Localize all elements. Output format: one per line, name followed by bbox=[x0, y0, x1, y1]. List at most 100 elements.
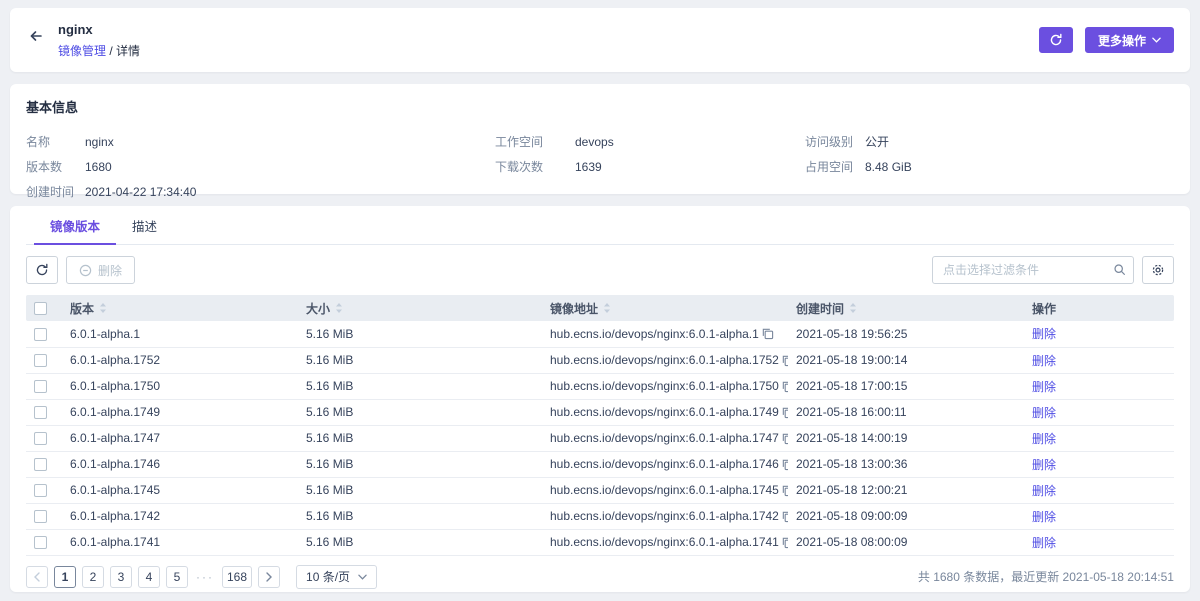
delete-row-link[interactable]: 删除 bbox=[1032, 432, 1056, 446]
next-page-button[interactable] bbox=[258, 566, 280, 588]
copy-icon[interactable] bbox=[779, 508, 788, 525]
column-header-created[interactable]: 创建时间 bbox=[788, 295, 1024, 321]
delete-row-link[interactable]: 删除 bbox=[1032, 458, 1056, 472]
info-value: 8.48 GiB bbox=[865, 160, 912, 174]
toolbar-right bbox=[932, 256, 1174, 284]
more-actions-button[interactable]: 更多操作 bbox=[1085, 27, 1174, 53]
row-checkbox[interactable] bbox=[34, 536, 47, 549]
column-header-version[interactable]: 版本 bbox=[62, 295, 298, 321]
refresh-button[interactable] bbox=[1039, 27, 1073, 53]
delete-row-link[interactable]: 删除 bbox=[1032, 484, 1056, 498]
row-checkbox[interactable] bbox=[34, 432, 47, 445]
version-text: 6.0.1-alpha.1752 bbox=[70, 353, 160, 367]
created-text: 2021-05-18 17:00:15 bbox=[796, 379, 907, 393]
page: nginx 镜像管理 / 详情 更多操作 基 bbox=[0, 0, 1200, 600]
info-field-used-space: 占用空间 8.48 GiB bbox=[805, 154, 912, 179]
column-header-size[interactable]: 大小 bbox=[298, 295, 542, 321]
size-text: 5.16 MiB bbox=[306, 457, 353, 471]
header-left: nginx 镜像管理 / 详情 bbox=[26, 22, 140, 59]
select-all-checkbox[interactable] bbox=[34, 302, 47, 315]
copy-icon[interactable] bbox=[779, 456, 788, 473]
search-icon[interactable] bbox=[1113, 263, 1126, 276]
version-text: 6.0.1-alpha.1746 bbox=[70, 457, 160, 471]
row-checkbox[interactable] bbox=[34, 406, 47, 419]
table-header-row: 版本 大小 镜像地址 创建时间 操作 bbox=[26, 295, 1174, 321]
address-text: hub.ecns.io/devops/nginx:6.0.1-alpha.174… bbox=[550, 431, 779, 445]
delete-row-link[interactable]: 删除 bbox=[1032, 406, 1056, 420]
created-text: 2021-05-18 12:00:21 bbox=[796, 483, 907, 497]
back-button[interactable] bbox=[26, 26, 46, 46]
copy-icon[interactable] bbox=[779, 482, 788, 499]
page-button-last[interactable]: 168 bbox=[222, 566, 252, 588]
column-label: 镜像地址 bbox=[550, 300, 598, 317]
tab-description[interactable]: 描述 bbox=[116, 206, 173, 245]
delete-row-link[interactable]: 删除 bbox=[1032, 510, 1056, 524]
delete-row-link[interactable]: 删除 bbox=[1032, 536, 1056, 550]
info-field-access-level: 访问级别 公开 bbox=[805, 129, 912, 154]
table-row: 6.0.1-alpha.1750 5.16 MiB hub.ecns.io/de… bbox=[26, 373, 1174, 399]
title-block: nginx 镜像管理 / 详情 bbox=[58, 22, 140, 59]
address-text: hub.ecns.io/devops/nginx:6.0.1-alpha.174… bbox=[550, 457, 779, 471]
info-label: 占用空间 bbox=[805, 158, 865, 175]
page-title: nginx bbox=[58, 22, 140, 37]
row-checkbox[interactable] bbox=[34, 328, 47, 341]
prev-page-button[interactable] bbox=[26, 566, 48, 588]
copy-icon[interactable] bbox=[779, 404, 788, 421]
info-value: nginx bbox=[85, 135, 114, 149]
table-row: 6.0.1-alpha.1742 5.16 MiB hub.ecns.io/de… bbox=[26, 503, 1174, 529]
row-checkbox[interactable] bbox=[34, 458, 47, 471]
info-label: 名称 bbox=[26, 133, 85, 150]
column-settings-button[interactable] bbox=[1142, 256, 1174, 284]
sort-icon bbox=[99, 302, 107, 314]
page-button-4[interactable]: 4 bbox=[138, 566, 160, 588]
version-text: 6.0.1-alpha.1749 bbox=[70, 405, 160, 419]
copy-icon[interactable] bbox=[759, 325, 776, 342]
column-header-address[interactable]: 镜像地址 bbox=[542, 295, 788, 321]
breadcrumb-link-image-manage[interactable]: 镜像管理 bbox=[58, 44, 106, 58]
page-size-select[interactable]: 10 条/页 bbox=[296, 565, 377, 589]
info-column-3: 访问级别 公开 占用空间 8.48 GiB bbox=[805, 129, 912, 204]
column-label: 创建时间 bbox=[796, 300, 844, 317]
filter-input[interactable] bbox=[932, 256, 1134, 284]
copy-icon[interactable] bbox=[779, 352, 788, 369]
address-text: hub.ecns.io/devops/nginx:6.0.1-alpha.174… bbox=[550, 509, 779, 523]
delete-row-link[interactable]: 删除 bbox=[1032, 327, 1056, 341]
column-label: 版本 bbox=[70, 300, 94, 317]
info-value: 1639 bbox=[575, 160, 602, 174]
table-refresh-button[interactable] bbox=[26, 256, 58, 284]
column-header-actions: 操作 bbox=[1024, 295, 1174, 321]
page-button-1[interactable]: 1 bbox=[54, 566, 76, 588]
tab-label: 描述 bbox=[132, 220, 157, 234]
page-button-3[interactable]: 3 bbox=[110, 566, 132, 588]
address-text: hub.ecns.io/devops/nginx:6.0.1-alpha.175… bbox=[550, 353, 779, 367]
refresh-icon bbox=[35, 263, 49, 277]
table-row: 6.0.1-alpha.1745 5.16 MiB hub.ecns.io/de… bbox=[26, 477, 1174, 503]
breadcrumb-separator: / bbox=[109, 44, 112, 58]
page-button-5[interactable]: 5 bbox=[166, 566, 188, 588]
versions-card: 镜像版本 描述 删除 bbox=[10, 206, 1190, 592]
delete-row-link[interactable]: 删除 bbox=[1032, 380, 1056, 394]
info-column-2: 工作空间 devops 下载次数 1639 bbox=[495, 129, 805, 204]
copy-icon[interactable] bbox=[779, 534, 788, 551]
tab-image-versions[interactable]: 镜像版本 bbox=[34, 206, 116, 245]
delete-row-link[interactable]: 删除 bbox=[1032, 354, 1056, 368]
back-arrow-icon bbox=[28, 28, 44, 44]
info-column-1: 名称 nginx 版本数 1680 创建时间 2021-04-22 17:34:… bbox=[26, 129, 495, 204]
size-text: 5.16 MiB bbox=[306, 483, 353, 497]
row-checkbox[interactable] bbox=[34, 484, 47, 497]
version-text: 6.0.1-alpha.1742 bbox=[70, 509, 160, 523]
pagination-controls: 1 2 3 4 5 ··· 168 10 条/页 bbox=[26, 565, 377, 589]
row-checkbox[interactable] bbox=[34, 380, 47, 393]
row-checkbox[interactable] bbox=[34, 354, 47, 367]
row-checkbox[interactable] bbox=[34, 510, 47, 523]
info-value: devops bbox=[575, 135, 614, 149]
sort-icon bbox=[849, 302, 857, 314]
copy-icon[interactable] bbox=[779, 430, 788, 447]
info-value: 2021-04-22 17:34:40 bbox=[85, 185, 196, 199]
page-button-2[interactable]: 2 bbox=[82, 566, 104, 588]
copy-icon[interactable] bbox=[779, 378, 788, 395]
delete-selected-button[interactable]: 删除 bbox=[66, 256, 135, 284]
toolbar-left: 删除 bbox=[26, 256, 135, 284]
size-text: 5.16 MiB bbox=[306, 405, 353, 419]
versions-table: 版本 大小 镜像地址 创建时间 操作 bbox=[26, 295, 1174, 556]
